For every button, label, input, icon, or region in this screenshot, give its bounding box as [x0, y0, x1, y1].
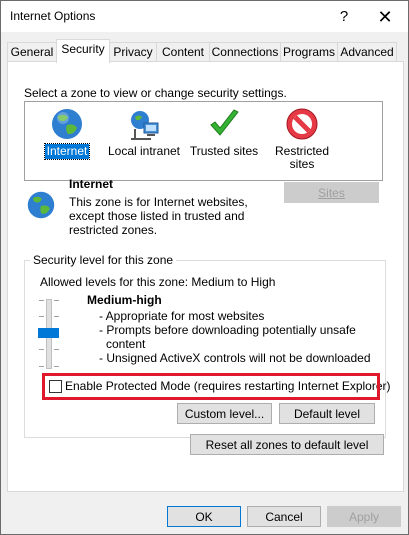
- zone-label-restricted: Restricted sites: [273, 144, 331, 172]
- cancel-label: Cancel: [265, 510, 303, 524]
- sites-button[interactable]: Sites: [284, 182, 379, 203]
- reset-all-zones-button[interactable]: Reset all zones to default level: [190, 434, 384, 455]
- protected-mode-label: Enable Protected Mode (requires restarti…: [65, 379, 391, 393]
- zone-label: Trusted sites: [189, 144, 259, 158]
- title-bar: Internet Options ? ✕: [1, 1, 408, 32]
- slider-tick: [54, 316, 59, 317]
- slider-tick: [54, 349, 59, 350]
- zone-local-intranet[interactable]: Local intranet: [105, 107, 183, 159]
- tab-advanced[interactable]: Advanced: [337, 42, 397, 62]
- security-tab-panel: Select a zone to view or change security…: [7, 61, 404, 492]
- default-level-button[interactable]: Default level: [279, 403, 375, 424]
- zone-restricted-sites[interactable]: Restricted sites: [263, 107, 341, 172]
- group-title: Security level for this zone: [30, 253, 177, 267]
- level-name: Medium-high: [87, 293, 162, 307]
- apply-label: Apply: [348, 510, 380, 524]
- tab-content[interactable]: Content: [156, 42, 210, 62]
- ok-label: OK: [195, 510, 213, 524]
- apply-button[interactable]: Apply: [327, 506, 401, 527]
- slider-tick: [39, 316, 44, 317]
- slider-tick: [54, 300, 59, 301]
- protected-mode-checkbox[interactable]: [49, 380, 62, 393]
- default-level-label: Default level: [293, 407, 361, 421]
- level-point-3: content: [106, 337, 146, 351]
- slider-tick: [39, 366, 44, 367]
- zone-label: Local intranet: [107, 144, 181, 158]
- zone-internet[interactable]: Internet: [28, 107, 106, 160]
- tab-privacy[interactable]: Privacy: [109, 42, 157, 62]
- network-icon: [127, 107, 161, 141]
- zone-info-desc-line1: This zone is for Internet websites,: [69, 195, 248, 209]
- zone-info-desc-line3: restricted zones.: [69, 223, 158, 237]
- custom-level-label: Custom level...: [184, 407, 265, 421]
- reset-all-zones-label: Reset all zones to default level: [205, 438, 369, 452]
- close-button[interactable]: ✕: [365, 4, 405, 30]
- tab-connections[interactable]: Connections: [209, 42, 281, 62]
- help-button[interactable]: ?: [324, 4, 364, 30]
- slider-tick: [54, 366, 59, 367]
- security-level-slider-thumb[interactable]: [38, 328, 59, 338]
- checkmark-icon: [207, 107, 241, 141]
- zone-trusted-sites[interactable]: Trusted sites: [185, 107, 263, 159]
- custom-level-button[interactable]: Custom level...: [177, 403, 272, 424]
- tab-security[interactable]: Security: [56, 39, 110, 63]
- level-point-1: - Appropriate for most websites: [99, 309, 265, 323]
- restricted-icon: [285, 107, 319, 141]
- level-point-2: - Prompts before downloading potentially…: [99, 323, 356, 337]
- zone-label: Internet: [43, 143, 91, 160]
- zone-list: Internet Local intranet Trusted sites Re…: [24, 101, 383, 181]
- allowed-levels-text: Allowed levels for this zone: Medium to …: [40, 275, 276, 289]
- slider-tick: [39, 349, 44, 350]
- zone-info-desc-line2: except those listed in trusted and: [69, 209, 245, 223]
- zone-label-line2: sites: [289, 157, 315, 171]
- sites-button-label: Sites: [318, 186, 345, 200]
- zone-info-globe-icon: [26, 190, 56, 223]
- window-title: Internet Options: [10, 9, 96, 23]
- protected-mode-row[interactable]: Enable Protected Mode (requires restarti…: [43, 375, 391, 399]
- ok-button[interactable]: OK: [167, 506, 241, 527]
- select-zone-text: Select a zone to view or change security…: [24, 86, 287, 100]
- zone-info-title: Internet: [69, 177, 114, 191]
- slider-tick: [39, 300, 44, 301]
- level-point-4: - Unsigned ActiveX controls will not be …: [99, 351, 371, 365]
- cancel-button[interactable]: Cancel: [247, 506, 321, 527]
- internet-options-dialog: Internet Options ? ✕ General Security Pr…: [0, 0, 409, 535]
- tab-general[interactable]: General: [7, 42, 57, 62]
- globe-icon: [50, 107, 84, 141]
- zone-label-line1: Restricted: [274, 144, 330, 158]
- tab-programs[interactable]: Programs: [280, 42, 338, 62]
